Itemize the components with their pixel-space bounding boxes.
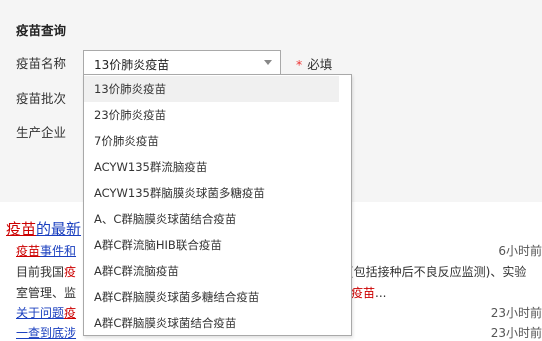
news-item-3-time: 23小时前 <box>490 326 542 340</box>
vaccine-name-dropdown[interactable]: 13价肺炎疫苗 23价肺炎疫苗 7价肺炎疫苗 ACYW135群流脑疫苗 ACYW… <box>83 74 352 336</box>
dropdown-option[interactable]: 13价肺炎疫苗 <box>84 76 340 102</box>
news-item-2-highlight[interactable]: 疫 <box>64 306 76 320</box>
select-toggle[interactable] <box>256 51 280 74</box>
snippet-text-a: 目前我国 <box>16 265 65 279</box>
news-snippet-line-2-left: 室管理、监 <box>16 286 77 300</box>
news-item-1-time: 6小时前 <box>498 244 542 258</box>
dropdown-option[interactable]: A群C群脑膜炎球菌多糖结合疫苗 <box>84 284 340 310</box>
news-heading-highlight[interactable]: 疫苗 <box>6 220 36 238</box>
dropdown-option[interactable]: A、C群脑膜炎球菌结合疫苗 <box>84 206 340 232</box>
dropdown-option[interactable]: 7价肺炎疫苗 <box>84 128 340 154</box>
news-item-1-title[interactable]: 事件和 <box>40 244 76 258</box>
news-item-3[interactable]: 一查到底涉 <box>16 324 76 341</box>
news-item-3-title[interactable]: 一查到底 <box>16 326 64 340</box>
chevron-down-icon <box>264 60 272 65</box>
snippet-highlight-b: 疫苗 <box>351 286 376 300</box>
dropdown-option[interactable]: A群C群流脑疫苗 <box>84 258 340 284</box>
dropdown-option[interactable]: ACYW135群流脑疫苗 <box>84 154 340 180</box>
news-item-1[interactable]: 疫苗事件和 <box>16 242 76 259</box>
news-snippet-line-1-left: 目前我国疫 <box>16 263 76 280</box>
news-item-1-highlight[interactable]: 疫苗 <box>16 244 40 258</box>
vaccine-name-select-value: 13价肺炎疫苗 <box>94 58 170 72</box>
required-text: 必填 <box>307 57 333 72</box>
dropdown-option[interactable]: ACYW135群脑膜炎球菌多糖疫苗 <box>84 180 340 206</box>
vaccine-name-select[interactable]: 13价肺炎疫苗 <box>83 50 281 75</box>
required-star: * <box>296 57 303 72</box>
snippet-ellipsis: ... <box>375 286 387 300</box>
snippet-highlight-a: 疫 <box>64 265 77 279</box>
news-item-3-tail[interactable]: 涉 <box>64 326 76 340</box>
news-snippet-line-2-right: 疫苗... <box>351 284 386 301</box>
news-snippet-line-1-right: (包括接种后不良反应监测)、实验 <box>349 265 527 279</box>
panel-title: 疫苗查询 <box>16 23 67 38</box>
news-item-2-title[interactable]: 关于问题 <box>16 306 64 320</box>
dropdown-scrollbar[interactable] <box>339 75 351 335</box>
news-heading[interactable]: 疫苗的最新 <box>6 218 81 239</box>
vaccine-batch-label: 疫苗批次 <box>16 91 67 106</box>
vaccine-name-label: 疫苗名称 <box>16 56 67 71</box>
dropdown-option[interactable]: A群C群流脑HIB联合疫苗 <box>84 232 340 258</box>
dropdown-option[interactable]: A群C群脑膜炎球菌结合疫苗 <box>84 310 340 335</box>
news-item-2-time: 23小时前 <box>490 306 542 320</box>
news-heading-rest[interactable]: 的最新 <box>36 220 81 238</box>
news-item-2[interactable]: 关于问题疫 <box>16 304 76 321</box>
dropdown-option[interactable]: 23价肺炎疫苗 <box>84 102 340 128</box>
required-note: * 必填 <box>296 54 332 73</box>
manufacturer-label: 生产企业 <box>16 125 67 140</box>
